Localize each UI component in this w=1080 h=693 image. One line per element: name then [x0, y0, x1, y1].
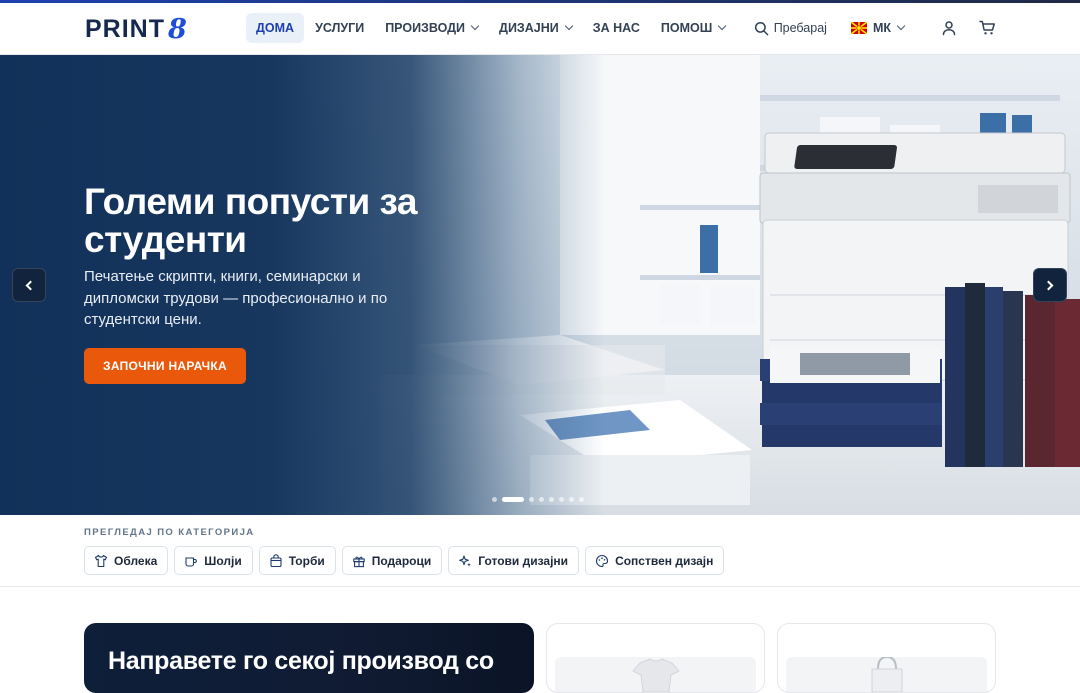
header-tools: Пребарај МК	[754, 13, 996, 43]
language-label: МК	[872, 21, 891, 35]
shirt-icon	[94, 554, 108, 567]
chevron-down-icon	[896, 21, 906, 31]
gift-icon	[352, 556, 365, 567]
chevron-left-icon	[25, 280, 36, 290]
chevron-right-icon	[1043, 280, 1054, 290]
category-clothing[interactable]: Облека	[84, 546, 169, 575]
macedonia-flag-icon	[850, 22, 867, 34]
user-button[interactable]	[940, 19, 958, 37]
chevron-down-icon	[718, 21, 727, 31]
category-bags[interactable]: Торби	[258, 546, 336, 575]
cart-button[interactable]	[978, 19, 996, 37]
category-mugs[interactable]: Шолји	[174, 546, 253, 575]
mug-icon	[185, 556, 198, 567]
product-card[interactable]	[546, 623, 765, 693]
carousel-dot-active[interactable]	[502, 497, 524, 502]
category-label: Сопствен дизајн	[615, 553, 714, 568]
logo[interactable]: PRINT 8	[85, 13, 187, 45]
hero-subtitle: Печатење скрипти, книги, семинарски и ди…	[84, 268, 388, 328]
nav-item-about[interactable]: ЗА НАС	[583, 13, 650, 43]
nav-item-home[interactable]: ДОМА	[246, 13, 305, 43]
user-icon	[942, 21, 956, 36]
nav-item-label: УСЛУГИ	[315, 21, 365, 35]
nav-item-label: ЗА НАС	[592, 21, 640, 35]
main-nav: ДОМА УСЛУГИ ПРОИЗВОДИ ДИЗАЈНИ ЗА НАС ПОМ…	[246, 13, 736, 43]
site-header: PRINT 8 ДОМА УСЛУГИ ПРОИЗВОДИ ДИЗАЈНИ ЗА…	[0, 3, 1080, 55]
nav-item-products[interactable]: ПРОИЗВОДИ	[375, 13, 488, 43]
logo-text: PRINT	[85, 14, 165, 43]
category-custom-design[interactable]: Сопствен дизајн	[585, 546, 725, 575]
category-label: Подароци	[371, 553, 432, 568]
nav-item-services[interactable]: УСЛУГИ	[305, 13, 374, 43]
logo-digit: 8	[168, 13, 187, 45]
category-heading: ПРЕГЛЕДАЈ ПО КАТЕГОРИЈА	[84, 527, 255, 538]
carousel-dot[interactable]	[492, 497, 497, 502]
carousel-prev-button[interactable]	[12, 268, 46, 302]
chevron-down-icon	[470, 21, 480, 31]
carousel-dot[interactable]	[549, 497, 554, 502]
category-list: Облека Шолји Торби Подароци Готови дизај…	[84, 546, 730, 575]
chevron-down-icon	[564, 21, 574, 31]
nav-item-label: ПРОИЗВОДИ	[385, 21, 466, 35]
carousel-dot[interactable]	[579, 497, 584, 502]
category-gifts[interactable]: Подароци	[341, 546, 443, 575]
nav-item-help[interactable]: ПОМОШ	[651, 13, 735, 43]
category-label: Готови дизајни	[478, 553, 569, 568]
carousel-dot[interactable]	[559, 497, 564, 502]
search-button[interactable]: Пребарај	[754, 21, 827, 36]
carousel-dot[interactable]	[539, 497, 544, 502]
carousel-indicators	[492, 497, 589, 502]
nav-item-designs[interactable]: ДИЗАЈНИ	[489, 13, 582, 43]
search-icon	[754, 21, 769, 35]
cart-icon	[978, 20, 995, 35]
nav-item-label: ПОМОШ	[660, 21, 713, 35]
custom-product-promo[interactable]: Направете го секој производ со	[84, 623, 534, 693]
palette-icon	[596, 554, 609, 567]
promo-title: Направете го секој производ со	[108, 647, 494, 675]
carousel-next-button[interactable]	[1033, 268, 1067, 302]
category-label: Торби	[288, 553, 325, 568]
category-label: Облека	[114, 553, 158, 568]
category-bar: ПРЕГЛЕДАЈ ПО КАТЕГОРИЈА Облека Шолји Тор…	[0, 515, 1080, 587]
product-card[interactable]	[777, 623, 996, 693]
category-label: Шолји	[204, 553, 242, 568]
carousel-dot[interactable]	[529, 497, 534, 502]
carousel-dot[interactable]	[569, 497, 574, 502]
language-selector[interactable]: МК	[850, 21, 906, 35]
bag-icon	[270, 553, 282, 567]
hero-title: Големи попусти за студенти	[84, 181, 417, 260]
hero-carousel: Големи попусти за студенти Печатење скри…	[0, 55, 1080, 515]
sparkles-icon	[459, 554, 472, 567]
nav-item-label: ДИЗАЈНИ	[499, 21, 559, 35]
search-label: Пребарај	[773, 21, 827, 35]
start-order-button[interactable]: ЗАПОЧНИ НАРАЧКА	[84, 348, 246, 384]
category-ready-designs[interactable]: Готови дизајни	[448, 546, 580, 575]
nav-item-label: ДОМА	[256, 21, 295, 35]
